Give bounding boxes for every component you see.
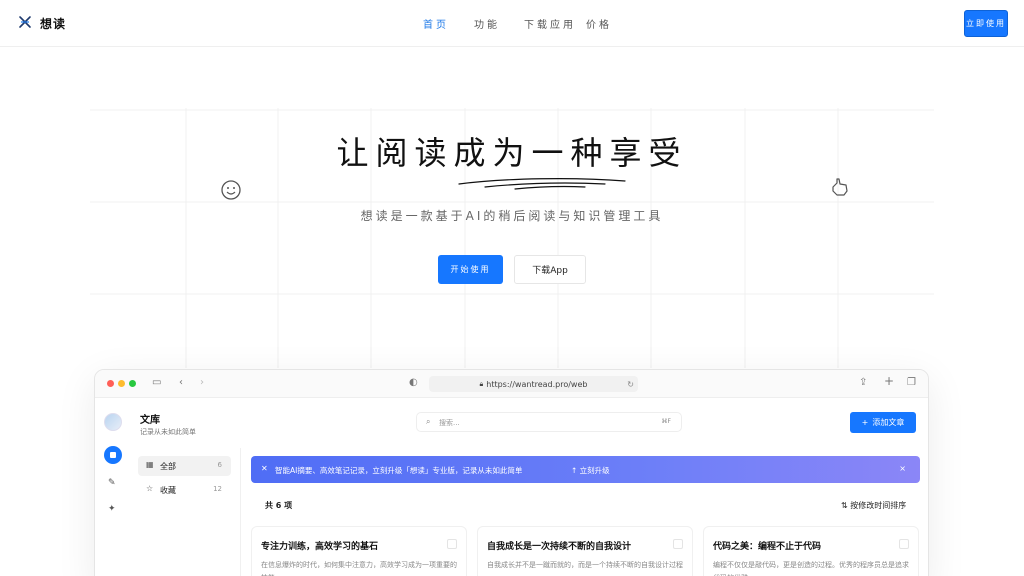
url-text: https://wantread.pro/web — [486, 379, 588, 389]
search-shortcut: ⌘F — [661, 418, 671, 425]
sidebar-item-label: 收藏 — [160, 486, 176, 495]
sidebar-item-label: 全部 — [160, 462, 176, 471]
nav-link-download[interactable]: 下载应用 — [524, 16, 576, 31]
nav-link-features[interactable]: 功能 — [474, 16, 500, 31]
avatar[interactable] — [104, 413, 122, 431]
start-button[interactable]: 开始使用 — [438, 255, 503, 284]
article-card[interactable]: 自我成长是一次持续不断的自我设计 自我成长并不是一蹴而就的，而是一个持续不断的自… — [477, 526, 693, 576]
sort-button[interactable]: ⇅ 按修改时间排序 — [841, 500, 906, 511]
item-count: 共 6 项 — [265, 501, 293, 510]
banner-text: 智能AI摘要、高效笔记记录，立刻升级「想读」专业版，记录从未如此简单 — [275, 466, 523, 475]
article-card[interactable]: 专注力训练，高效学习的基石 在信息爆炸的时代，如何集中注意力，高效学习成为一项重… — [251, 526, 467, 576]
card-title: 自我成长是一次持续不断的自我设计 — [487, 542, 632, 552]
plus-icon: + — [861, 418, 869, 427]
card-excerpt: 编程不仅仅是敲代码，更是创造的过程。优秀的程序员总是追求代码的优雅 — [713, 561, 909, 576]
sidebar-item-count: 6 — [217, 461, 222, 469]
back-icon[interactable]: ‹ — [179, 377, 183, 389]
card-checkbox[interactable] — [447, 539, 457, 549]
add-article-label: 添加文章 — [872, 418, 905, 427]
library-subtitle: 记录从未如此简单 — [140, 428, 196, 436]
browser-titlebar: ▭ ‹ › ◐ 🔒︎ https://wantread.pro/web ↻ ⇪ … — [95, 370, 928, 398]
library-title: 文库 — [140, 415, 160, 426]
nav-links: 首页 功能 下载应用 价格 — [0, 16, 1024, 32]
smiley-icon — [220, 179, 242, 205]
icon-rail: ✎ ✦ — [95, 398, 131, 576]
search-input[interactable]: ⌕ 搜索... ⌘F — [416, 412, 682, 432]
search-icon: ⌕ — [426, 417, 431, 426]
card-excerpt: 在信息爆炸的时代，如何集中注意力，高效学习成为一项重要的技能 — [261, 561, 457, 576]
forward-icon[interactable]: › — [200, 377, 204, 389]
add-article-button[interactable]: + 添加文章 — [850, 412, 916, 433]
hand-icon — [828, 175, 852, 203]
library-nav-icon[interactable] — [104, 446, 122, 464]
reload-icon[interactable]: ↻ — [627, 380, 634, 389]
library-sidebar: ▦ 全部 6 ☆ 收藏 12 — [133, 448, 241, 576]
sidebar-item-count: 12 — [213, 485, 222, 493]
sidebar-item-favorites[interactable]: ☆ 收藏 12 — [138, 480, 231, 500]
sort-icon: ⇅ — [841, 501, 851, 510]
nav-cta-button[interactable]: 立即使用 — [964, 10, 1008, 37]
article-card[interactable]: 代码之美：编程不止于代码 编程不仅仅是敲代码，更是创造的过程。优秀的程序员总是追… — [703, 526, 919, 576]
nav-link-pricing[interactable]: 价格 — [586, 16, 612, 31]
star-icon: ☆ — [146, 484, 154, 493]
top-nav: 想读 首页 功能 下载应用 价格 立即使用 — [0, 0, 1024, 47]
maximize-dot[interactable] — [129, 380, 136, 387]
upgrade-label: 立刻升级 — [579, 466, 610, 475]
search-placeholder: 搜索... — [439, 419, 460, 427]
share-icon[interactable]: ⇪ — [859, 377, 867, 389]
sidebar-toggle-icon[interactable]: ▭ — [152, 377, 161, 389]
hero-subtitle: 想读是一款基于AI的稍后阅读与知识管理工具 — [360, 209, 664, 223]
card-checkbox[interactable] — [673, 539, 683, 549]
shield-icon[interactable]: ◐ — [409, 377, 418, 389]
sort-label: 按修改时间排序 — [850, 501, 907, 510]
card-checkbox[interactable] — [899, 539, 909, 549]
ai-icon: ✕ — [261, 464, 268, 473]
minimize-dot[interactable] — [118, 380, 125, 387]
close-dot[interactable] — [107, 380, 114, 387]
app-window-preview: ▭ ‹ › ◐ 🔒︎ https://wantread.pro/web ↻ ⇪ … — [94, 369, 929, 576]
close-icon[interactable]: × — [899, 464, 906, 473]
new-tab-icon[interactable]: + — [884, 375, 894, 387]
card-title: 专注力训练，高效学习的基石 — [261, 542, 379, 552]
card-excerpt: 自我成长并不是一蹴而就的，而是一个持续不断的自我设计过程 — [487, 561, 683, 569]
pen-icon[interactable]: ✎ — [108, 478, 116, 488]
download-app-button[interactable]: 下载App — [514, 255, 586, 284]
calendar-icon: ▦ — [146, 460, 154, 469]
tabs-overview-icon[interactable]: ❐ — [907, 377, 916, 389]
underline-scribble — [458, 178, 626, 190]
sidebar-item-all[interactable]: ▦ 全部 6 — [138, 456, 231, 476]
card-title: 代码之美：编程不止于代码 — [713, 542, 822, 552]
hero-title: 让阅读成为一种享受 — [336, 134, 688, 172]
lock-icon: 🔒︎ — [479, 379, 484, 388]
sparkle-icon[interactable]: ✦ — [108, 504, 116, 514]
nav-link-home[interactable]: 首页 — [423, 16, 449, 31]
url-bar[interactable]: 🔒︎ https://wantread.pro/web ↻ — [429, 376, 638, 392]
upgrade-banner: ✕ 智能AI摘要、高效笔记记录，立刻升级「想读」专业版，记录从未如此简单 ↑ 立… — [251, 456, 920, 483]
upgrade-link[interactable]: ↑ 立刻升级 — [571, 465, 610, 476]
